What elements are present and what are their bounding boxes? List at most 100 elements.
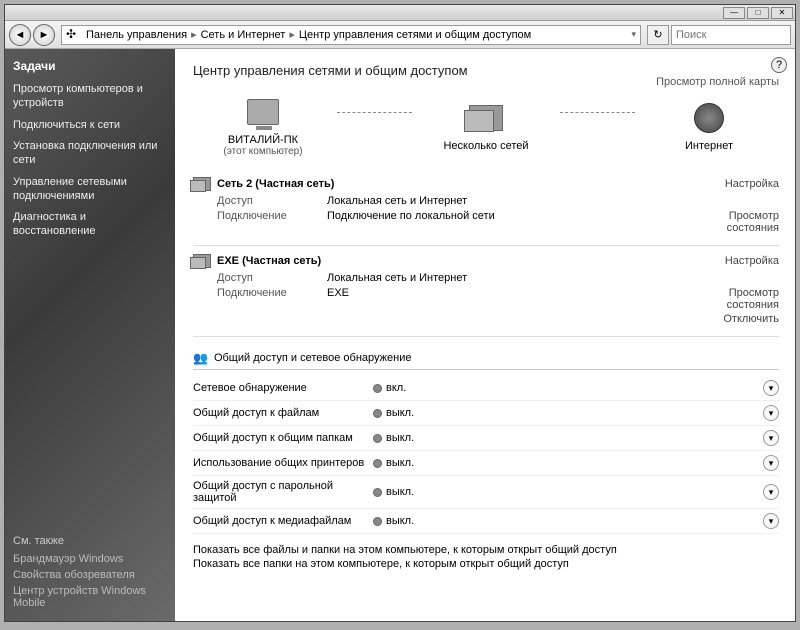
expand-button[interactable]: ▾ [763, 430, 779, 446]
nav-toolbar: ◄ ► ✣ Панель управления ▸ Сеть и Интерне… [5, 21, 795, 49]
search-input[interactable] [671, 25, 791, 45]
sharing-status: выкл. [386, 515, 414, 527]
network-row: ПодключениеEXEПросмотр состояния Отключит… [217, 287, 779, 325]
breadcrumb-root[interactable]: Панель управления [86, 29, 187, 41]
see-also-header: См. также [13, 535, 167, 547]
show-shared-files-link[interactable]: Показать все файлы и папки на этом компь… [193, 544, 779, 556]
sidebar-task[interactable]: Управление сетевыми подключениями [13, 176, 167, 204]
network-small-icon [193, 177, 211, 191]
help-icon[interactable]: ? [771, 57, 787, 73]
network-icon [469, 105, 503, 131]
network-panel-icon: ✣ [66, 27, 82, 43]
dropdown-icon[interactable]: ▾ [631, 29, 636, 40]
main-panel: ? Центр управления сетями и общим доступ… [175, 49, 795, 621]
sharing-row: Общий доступ к общим папкам выкл. ▾ [193, 426, 779, 451]
network-row: ПодключениеПодключение по локальной сети… [217, 210, 779, 234]
row-value: Локальная сеть и Интернет [327, 195, 779, 207]
sharing-label: Общий доступ с парольной защитой [193, 480, 373, 504]
window: — □ ✕ ◄ ► ✣ Панель управления ▸ Сеть и И… [4, 4, 796, 622]
action-link[interactable]: Просмотр состояния [689, 287, 779, 311]
sidebar-other[interactable]: Центр устройств Windows Mobile [13, 585, 167, 609]
sharing-label: Общий доступ к файлам [193, 407, 373, 419]
sharing-section: 👥 Общий доступ и сетевое обнаружение Сет… [193, 351, 779, 534]
status-dot-icon [373, 459, 382, 468]
sharing-row: Общий доступ к медиафайлам выкл. ▾ [193, 509, 779, 534]
close-button[interactable]: ✕ [771, 7, 793, 19]
sharing-header: Общий доступ и сетевое обнаружение [214, 352, 412, 364]
network-small-icon [193, 254, 211, 268]
action-link[interactable]: Отключить [689, 313, 779, 325]
sharing-status: выкл. [386, 457, 414, 469]
row-value: Локальная сеть и Интернет [327, 272, 779, 284]
sidebar-task[interactable]: Подключиться к сети [13, 119, 167, 133]
sidebar-task[interactable]: Установка подключения или сети [13, 140, 167, 168]
sharing-label: Общий доступ к общим папкам [193, 432, 373, 444]
network-name: Сеть 2 (Частная сеть) [217, 178, 334, 190]
sharing-label: Сетевое обнаружение [193, 382, 373, 394]
sidebar-task[interactable]: Диагностика и восстановление [13, 211, 167, 239]
expand-button[interactable]: ▾ [763, 455, 779, 471]
network-row: ДоступЛокальная сеть и Интернет [217, 272, 779, 284]
chevron-right-icon: ▸ [289, 28, 295, 41]
forward-button[interactable]: ► [33, 24, 55, 46]
status-dot-icon [373, 517, 382, 526]
map-connector [337, 112, 412, 113]
row-label: Подключение [217, 287, 327, 325]
network-map: ВИТАЛИЙ-ПК (этот компьютер) Несколько се… [193, 92, 779, 157]
sharing-status: выкл. [386, 407, 414, 419]
status-dot-icon [373, 434, 382, 443]
row-label: Доступ [217, 195, 327, 207]
expand-button[interactable]: ▾ [763, 484, 779, 500]
sharing-status: выкл. [386, 486, 414, 498]
network-name: EXE (Частная сеть) [217, 255, 321, 267]
sharing-label: Использование общих принтеров [193, 457, 373, 469]
row-label: Подключение [217, 210, 327, 234]
sharing-label: Общий доступ к медиафайлам [193, 515, 373, 527]
status-dot-icon [373, 384, 382, 393]
map-connector [560, 112, 635, 113]
content-body: Задачи Просмотр компьютеров и устройств … [5, 49, 795, 621]
expand-button[interactable]: ▾ [763, 380, 779, 396]
sharing-status: выкл. [386, 432, 414, 444]
row-value: Подключение по локальной сети [327, 210, 689, 234]
bottom-links: Показать все файлы и папки на этом компь… [193, 544, 779, 570]
expand-button[interactable]: ▾ [763, 513, 779, 529]
row-label: Доступ [217, 272, 327, 284]
sidebar: Задачи Просмотр компьютеров и устройств … [5, 49, 175, 621]
map-node-pc: ВИТАЛИЙ-ПК (этот компьютер) [193, 92, 333, 157]
tasks-header: Задачи [13, 59, 167, 73]
network-row: ДоступЛокальная сеть и Интернет [217, 195, 779, 207]
expand-button[interactable]: ▾ [763, 405, 779, 421]
refresh-button[interactable]: ↻ [647, 25, 669, 45]
sidebar-other[interactable]: Свойства обозревателя [13, 569, 167, 581]
action-link[interactable]: Просмотр состояния [689, 210, 779, 234]
globe-icon [694, 103, 724, 133]
configure-link[interactable]: Настройка [725, 255, 779, 267]
network-section: Сеть 2 (Частная сеть) Настройка ДоступЛока… [193, 169, 779, 246]
sharing-status: вкл. [386, 382, 406, 394]
show-shared-folders-link[interactable]: Показать все папки на этом компьютере, к… [193, 558, 779, 570]
status-dot-icon [373, 488, 382, 497]
chevron-right-icon: ▸ [191, 28, 197, 41]
status-dot-icon [373, 409, 382, 418]
breadcrumb-leaf[interactable]: Центр управления сетями и общим доступом [299, 29, 531, 41]
sharing-row: Использование общих принтеров выкл. ▾ [193, 451, 779, 476]
people-icon: 👥 [193, 351, 208, 365]
sidebar-task[interactable]: Просмотр компьютеров и устройств [13, 83, 167, 111]
view-full-map-link[interactable]: Просмотр полной карты [656, 76, 779, 88]
network-section: EXE (Частная сеть) Настройка ДоступЛокальн… [193, 246, 779, 337]
sharing-row: Общий доступ к файлам выкл. ▾ [193, 401, 779, 426]
back-button[interactable]: ◄ [9, 24, 31, 46]
computer-icon [247, 99, 279, 125]
maximize-button[interactable]: □ [747, 7, 769, 19]
row-value: EXE [327, 287, 689, 325]
sharing-row: Общий доступ с парольной защитой выкл. ▾ [193, 476, 779, 509]
sidebar-other[interactable]: Брандмауэр Windows [13, 553, 167, 565]
titlebar: — □ ✕ [5, 5, 795, 21]
sharing-row: Сетевое обнаружение вкл. ▾ [193, 376, 779, 401]
map-node-networks: Несколько сетей [416, 98, 556, 152]
configure-link[interactable]: Настройка [725, 178, 779, 190]
breadcrumb-mid[interactable]: Сеть и Интернет [201, 29, 286, 41]
minimize-button[interactable]: — [723, 7, 745, 19]
address-bar[interactable]: ✣ Панель управления ▸ Сеть и Интернет ▸ … [61, 25, 641, 45]
